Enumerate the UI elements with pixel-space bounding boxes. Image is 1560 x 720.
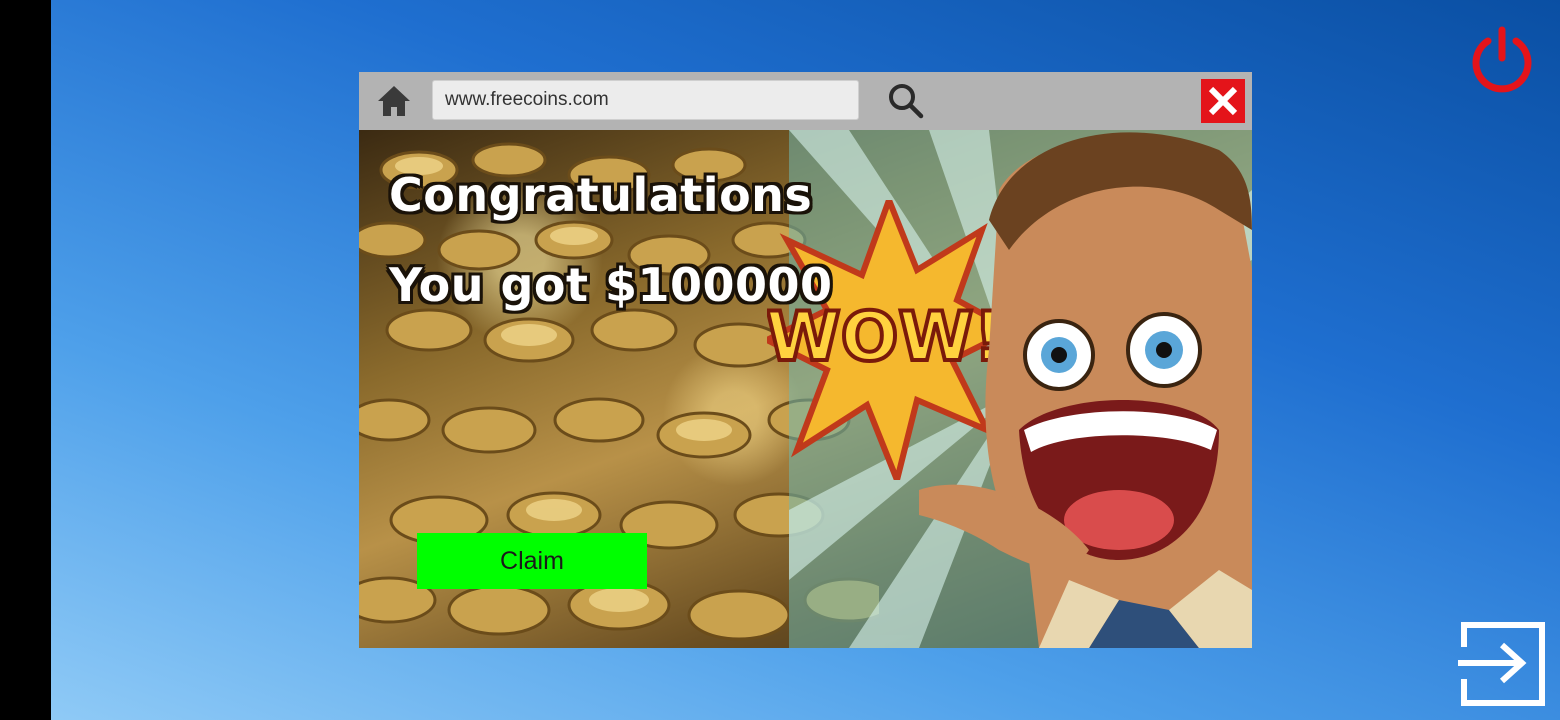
exit-icon bbox=[1458, 622, 1545, 706]
close-button[interactable] bbox=[1201, 79, 1245, 123]
home-button[interactable] bbox=[375, 83, 413, 119]
browser-toolbar bbox=[359, 72, 1252, 130]
claim-button[interactable]: Claim bbox=[417, 533, 647, 589]
ad-banner: WOW! Congratulations You got $100000 Cla… bbox=[359, 130, 1252, 648]
search-icon bbox=[889, 84, 924, 119]
screen-edge bbox=[0, 0, 51, 720]
popup-browser-window: WOW! Congratulations You got $100000 Cla… bbox=[359, 72, 1252, 648]
search-button[interactable] bbox=[887, 82, 925, 120]
address-bar[interactable] bbox=[432, 80, 859, 120]
power-icon bbox=[1472, 26, 1532, 93]
power-button[interactable] bbox=[1466, 24, 1538, 96]
excited-man-illustration bbox=[919, 132, 1252, 648]
prize-amount-text: You got $100000 bbox=[389, 258, 833, 312]
congratulations-heading: Congratulations bbox=[389, 168, 813, 222]
home-icon bbox=[378, 86, 410, 116]
exit-button[interactable] bbox=[1456, 617, 1548, 709]
close-icon bbox=[1208, 86, 1238, 116]
